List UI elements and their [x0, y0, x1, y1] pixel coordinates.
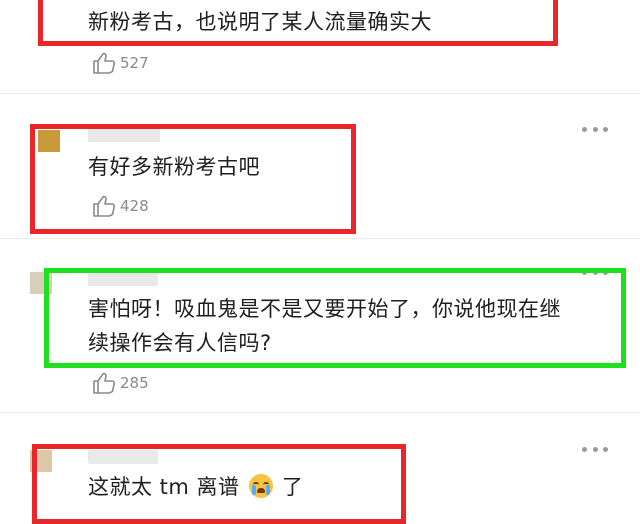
like-button[interactable]: 285: [92, 372, 149, 394]
comment-text: 新粉考古，也说明了某人流量确实大: [88, 10, 432, 34]
like-button[interactable]: 428: [92, 195, 149, 217]
like-count: 285: [120, 374, 149, 392]
thumbs-up-icon: [93, 372, 116, 394]
divider: [0, 93, 640, 94]
more-dots-icon[interactable]: [582, 445, 608, 453]
thumbs-up-icon: [93, 52, 116, 74]
like-count: 527: [120, 54, 149, 72]
more-dots-icon[interactable]: [582, 125, 608, 133]
thumbs-up-icon: [93, 195, 116, 217]
comment-text: 这就太 tm 离谱 了: [88, 468, 303, 506]
comment-text: 有好多新粉考古吧: [88, 155, 260, 179]
like-button[interactable]: 527: [92, 52, 149, 74]
comment-text-part-2: 了: [281, 475, 304, 499]
comment-text-line-2: 续操作会有人信吗?: [88, 331, 272, 355]
comment-text-line-1: 害怕呀！吸血鬼是不是又要开始了，你说他现在继: [88, 297, 561, 321]
like-count: 428: [120, 197, 149, 215]
comment-text-part-1: 这就太 tm 离谱: [88, 475, 240, 499]
divider: [0, 412, 640, 413]
divider: [0, 238, 640, 239]
crying-emoji-icon: [248, 474, 273, 498]
